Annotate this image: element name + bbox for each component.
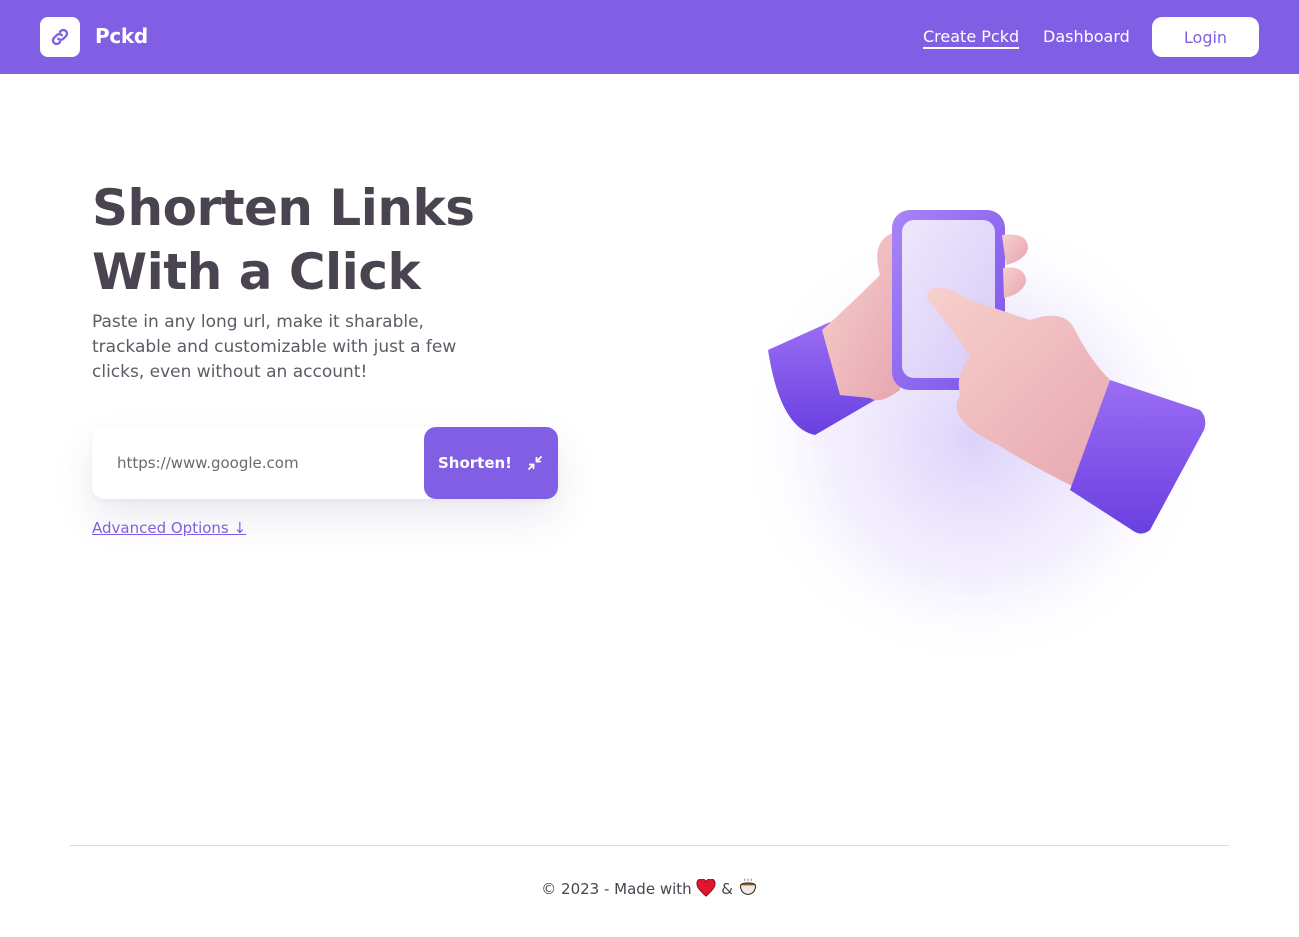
nav-dashboard[interactable]: Dashboard [1043,27,1130,46]
compress-arrows-icon [528,456,542,470]
nav-create-pckd[interactable]: Create Pckd [923,27,1020,49]
hero-title: Shorten Links With a Click [92,176,612,304]
hero-title-line-2: With a Click [92,243,421,301]
hero-subtitle: Paste in any long url, make it sharable,… [92,312,457,382]
footer-divider [70,845,1229,846]
shorten-button[interactable]: Shorten! [424,427,558,499]
top-navbar: Pckd Create Pckd Dashboard Login [0,0,1299,74]
shorten-form: Shorten! [92,427,558,499]
brand-name[interactable]: Pckd [95,24,148,48]
footer: © 2023 - Made with & [0,877,1299,898]
footer-copyright: © 2023 - Made with [541,880,692,898]
logo[interactable] [40,17,80,57]
advanced-options-link[interactable]: Advanced Options ↓ [92,519,246,537]
heart-icon [696,878,716,897]
coffee-icon [739,878,756,896]
hero-title-line-1: Shorten Links [92,179,475,237]
link-icon [51,28,69,46]
url-input[interactable] [92,427,424,499]
shorten-button-label: Shorten! [437,454,513,472]
footer-ampersand: & [721,880,733,898]
hands-holding-phone-illustration [730,190,1240,670]
login-button[interactable]: Login [1152,17,1259,57]
